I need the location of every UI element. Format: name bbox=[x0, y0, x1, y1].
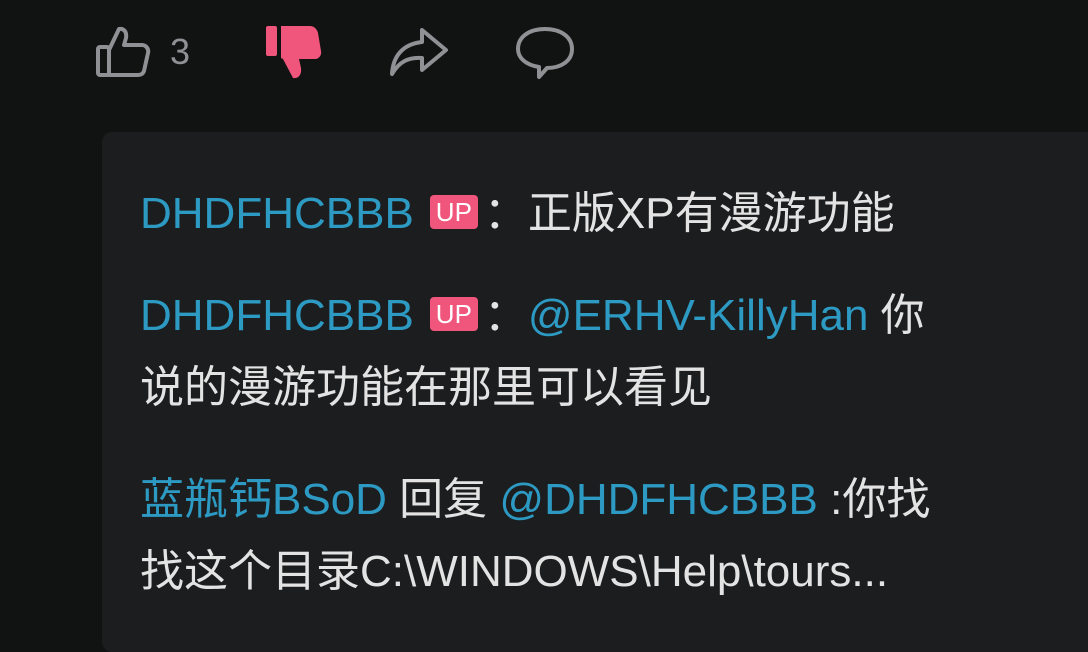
up-badge: UP bbox=[429, 195, 478, 230]
reply-separator: ： bbox=[483, 189, 528, 238]
reply-username[interactable]: DHDFHCBBB bbox=[140, 189, 414, 238]
reply-mention[interactable]: @DHDFHCBBB bbox=[499, 475, 817, 524]
reply-verb: 回复 bbox=[386, 475, 500, 524]
share-button[interactable] bbox=[388, 22, 450, 82]
thumbs-down-icon bbox=[262, 22, 324, 82]
like-count: 3 bbox=[170, 31, 191, 72]
reply-text: 正版XP有漫游功能 bbox=[527, 189, 895, 238]
reply-item[interactable]: DHDFHCBBB UP ：正版XP有漫游功能 bbox=[140, 178, 1070, 250]
reply-username[interactable]: 蓝瓶钙BSoD bbox=[140, 475, 387, 524]
reply-text: :你找 bbox=[817, 475, 931, 524]
reply-line: 说的漫游功能在那里可以看见 bbox=[140, 363, 712, 412]
up-badge: UP bbox=[429, 297, 478, 332]
reply-preview-panel[interactable]: DHDFHCBBB UP ：正版XP有漫游功能 DHDFHCBBB UP ：@ERHV-… bbox=[102, 132, 1088, 652]
reply-line: 找这个目录C:\WINDOWS\Help\tours... bbox=[140, 547, 889, 596]
reply-line: 蓝瓶钙BSoD 回复 @DHDFHCBBB :你找 bbox=[140, 464, 1070, 536]
reply-item[interactable]: DHDFHCBBB UP ：@ERHV-KillyHan 你 说的漫游功能在那里可以… bbox=[140, 280, 1070, 424]
reply-item[interactable]: 蓝瓶钙BSoD 回复 @DHDFHCBBB :你找 找这个目录C:\WINDOW… bbox=[140, 464, 1070, 608]
reply-username[interactable]: DHDFHCBBB bbox=[140, 291, 414, 340]
share-arrow-icon bbox=[388, 24, 450, 80]
reply-mention[interactable]: @ERHV-KillyHan bbox=[528, 291, 869, 340]
comment-bubble-icon bbox=[514, 23, 576, 81]
reply-line: DHDFHCBBB UP ：@ERHV-KillyHan 你 bbox=[140, 280, 1070, 352]
thumbs-up-icon bbox=[94, 23, 152, 81]
like-button[interactable]: 3 bbox=[94, 22, 190, 82]
comment-action-bar: 3 bbox=[0, 0, 1088, 110]
comment-button[interactable] bbox=[514, 22, 576, 82]
reply-separator: ： bbox=[483, 291, 528, 340]
dislike-button[interactable] bbox=[262, 22, 324, 82]
reply-text: 你 bbox=[868, 291, 925, 340]
reply-line: DHDFHCBBB UP ：正版XP有漫游功能 bbox=[140, 178, 1070, 250]
